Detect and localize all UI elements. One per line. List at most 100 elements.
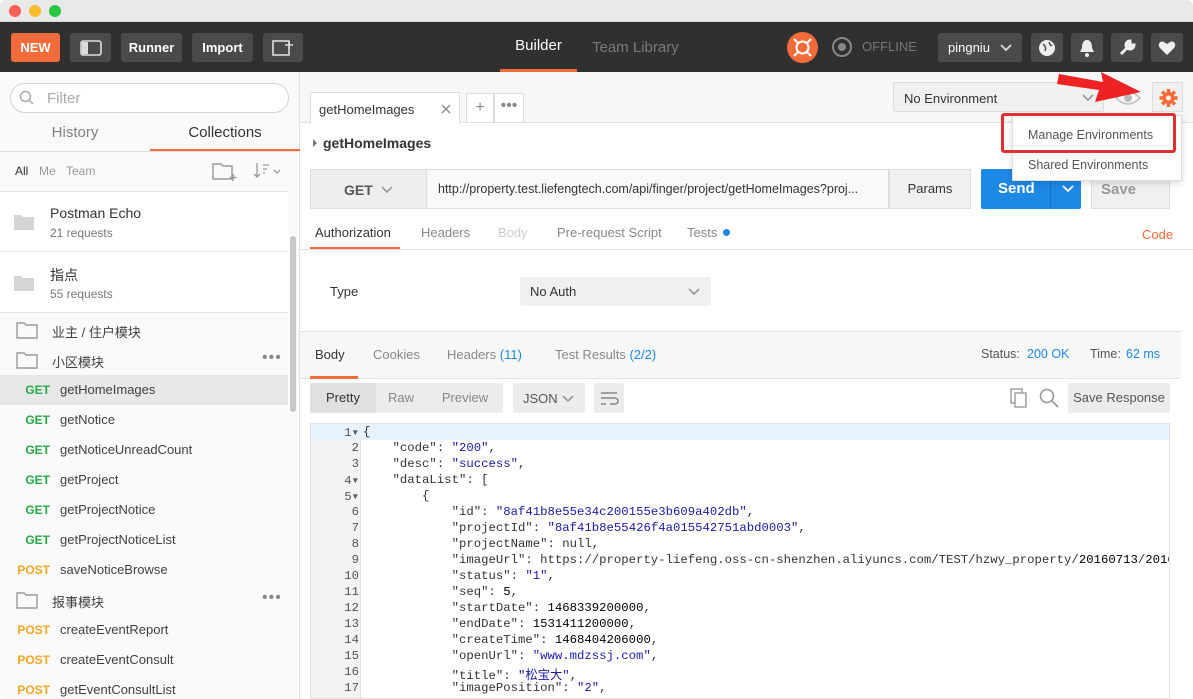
status-value: 200 OK (1027, 347, 1070, 361)
request-item[interactable]: GET getHomeImages (0, 375, 288, 405)
new-button[interactable]: NEW (11, 33, 60, 62)
request-item[interactable]: POST saveNoticeBrowse (0, 555, 288, 585)
app-header: NEW Runner Import Builder Team Library O… (0, 22, 1193, 72)
maximize-window-button[interactable] (49, 5, 61, 17)
method-select[interactable]: GET (310, 169, 427, 209)
request-item[interactable]: POST getEventConsultList (0, 675, 288, 699)
search-icon (1039, 388, 1059, 408)
line-number: 11 (344, 585, 359, 599)
tab-collections[interactable]: Collections (150, 124, 300, 152)
view-pretty[interactable]: Pretty (310, 383, 376, 413)
response-tab-label: Headers (447, 347, 497, 362)
filter-input[interactable]: Filter (10, 83, 289, 113)
format-select[interactable]: JSON (513, 383, 585, 413)
code-line: "id": "8af41b8e55e34c200155e3b609a402db"… (451, 505, 755, 519)
folder-item[interactable]: 报事模块 ••• (0, 585, 288, 615)
collection-name: 指点 (50, 267, 78, 283)
settings-button[interactable] (1111, 33, 1143, 62)
response-tab[interactable]: Cookies (373, 347, 420, 379)
folder-item[interactable]: 小区模块 ••• (0, 345, 288, 375)
response-tab[interactable]: Body (310, 347, 358, 379)
new-collection-button[interactable] (212, 160, 238, 182)
environment-settings-button[interactable] (1152, 82, 1183, 112)
heart-button[interactable] (1151, 33, 1183, 62)
request-subtab[interactable]: Tests (687, 225, 731, 250)
response-tab[interactable]: Test Results (2/2) (555, 347, 656, 379)
code-line: "title": "松宝大", (451, 669, 578, 683)
request-tab[interactable]: getHomeImages (310, 92, 460, 124)
request-item[interactable]: POST createEventConsult (0, 645, 288, 675)
request-item[interactable]: GET getNotice (0, 405, 288, 435)
close-icon[interactable] (441, 104, 451, 114)
tab-team-library[interactable]: Team Library (592, 22, 679, 72)
tab-builder[interactable]: Builder (500, 22, 577, 72)
copy-button[interactable] (1008, 387, 1030, 409)
response-body-editor[interactable]: 1▾ {2 "code": "200", 3 "desc": "success", 4… (310, 423, 1170, 699)
shared-environments-item[interactable]: Shared Environments (1013, 152, 1183, 180)
interceptor-button[interactable] (787, 32, 818, 63)
code-line: "endDate": 1531411200000, (451, 617, 637, 631)
more-icon[interactable]: ••• (262, 589, 282, 607)
sync-button[interactable] (830, 35, 854, 59)
sidebar-scrollbar[interactable] (290, 236, 296, 412)
url-input[interactable]: http://property.test.liefengtech.com/api… (427, 169, 889, 209)
request-subtab[interactable]: Pre-request Script (557, 225, 662, 250)
notifications-button[interactable] (1071, 33, 1103, 62)
request-item[interactable]: POST createEventReport (0, 615, 288, 645)
plus-icon: + (475, 99, 485, 116)
minimize-window-button[interactable] (29, 5, 41, 17)
close-window-button[interactable] (9, 5, 21, 17)
scope-team[interactable]: Team (66, 164, 95, 178)
response-tab[interactable]: Headers (11) (447, 347, 522, 379)
request-subtab[interactable]: Authorization (310, 225, 400, 250)
line-number: 8 (351, 537, 359, 551)
request-method: GET (25, 473, 50, 487)
line-number: 15 (344, 649, 359, 663)
save-response-button[interactable]: Save Response (1068, 383, 1170, 413)
request-item[interactable]: GET getNoticeUnreadCount (0, 435, 288, 465)
wrap-lines-button[interactable] (594, 383, 624, 413)
code-link[interactable]: Code (1142, 227, 1173, 242)
request-label: createEventConsult (60, 652, 174, 667)
view-raw[interactable]: Raw (376, 383, 426, 413)
folder-item[interactable]: 业主 / 住户模块 (0, 315, 288, 345)
request-item[interactable]: GET getProjectNoticeList (0, 525, 288, 555)
search-response-button[interactable] (1038, 387, 1060, 409)
chevron-down-icon[interactable] (1062, 185, 1074, 193)
sync-icon (832, 37, 852, 57)
request-subtab[interactable]: Body (498, 225, 528, 250)
request-item[interactable]: GET getProject (0, 465, 288, 495)
import-button[interactable]: Import (192, 33, 253, 62)
add-tab-button[interactable]: + (466, 93, 494, 123)
code-line: "createTime": 1468404206000, (451, 633, 659, 647)
scope-all[interactable]: All (15, 164, 28, 178)
interceptor-icon (793, 38, 812, 57)
request-subtab-label: Body (498, 225, 528, 240)
more-icon[interactable]: ••• (262, 349, 282, 367)
request-subtab-label: Headers (421, 225, 471, 240)
view-preview[interactable]: Preview (430, 383, 500, 413)
save-label: Save (1101, 181, 1137, 198)
collection-zhidian[interactable]: 指点 55 requests (0, 253, 288, 313)
folder-label: 业主 / 住户模块 (52, 325, 141, 340)
request-method: POST (17, 653, 50, 667)
params-button[interactable]: Params (889, 169, 971, 209)
tab-history[interactable]: History (0, 124, 150, 152)
auth-type-select[interactable]: No Auth (520, 277, 711, 306)
request-label: getNoticeUnreadCount (60, 442, 193, 457)
tab-options-button[interactable]: ••• (494, 93, 524, 123)
collapse-caret[interactable] (310, 135, 320, 151)
red-arrow-annotation (1057, 72, 1141, 102)
request-subtab-label: Tests (687, 225, 718, 240)
toggle-sidebar-button[interactable] (70, 33, 111, 62)
user-dropdown[interactable]: pingniu (938, 33, 1022, 62)
request-item[interactable]: GET getProjectNotice (0, 495, 288, 525)
runner-button[interactable]: Runner (121, 33, 182, 62)
time-value: 62 ms (1126, 347, 1161, 361)
scope-me[interactable]: Me (39, 164, 56, 178)
sort-button[interactable] (253, 161, 283, 181)
settings-globe-button[interactable] (1031, 33, 1063, 62)
new-window-button[interactable] (263, 33, 303, 62)
collection-postman-echo[interactable]: Postman Echo 21 requests (0, 192, 288, 252)
request-subtab[interactable]: Headers (421, 225, 470, 250)
